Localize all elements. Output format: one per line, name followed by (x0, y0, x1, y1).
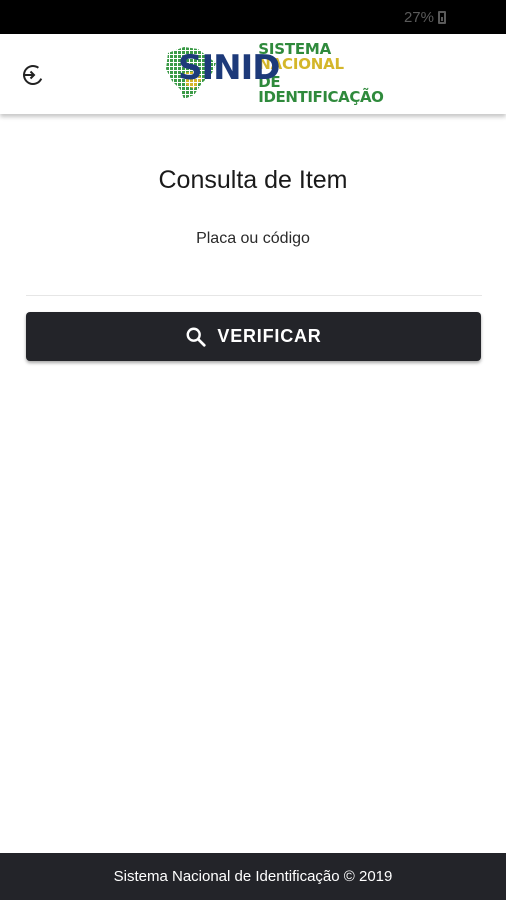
page-title: Consulta de Item (158, 166, 348, 194)
verify-button[interactable]: VERIFICAR (26, 312, 481, 361)
logout-icon (23, 65, 43, 85)
logo-sinid-text: SINID (178, 48, 280, 88)
verify-button-label: VERIFICAR (217, 326, 322, 346)
logo-line-identificacao: DE IDENTIFICAÇÃO (258, 72, 384, 106)
plate-code-input[interactable] (26, 254, 482, 296)
app-bar: SINID SISTEMA NACIONAL DE IDENTIFICAÇÃO (0, 34, 506, 114)
search-icon (186, 327, 207, 347)
footer: Sistema Nacional de Identificação © 2019 (0, 853, 506, 900)
logo-words: SISTEMA NACIONAL DE IDENTIFICAÇÃO (258, 41, 407, 106)
plate-code-label: Placa ou código (196, 230, 310, 247)
footer-text: Sistema Nacional de Identificação © 2019 (113, 868, 393, 885)
battery-percentage: 27% (403, 8, 434, 26)
logo-mark: SINID (162, 43, 280, 103)
status-bar: 27% (0, 0, 506, 34)
logout-button[interactable] (20, 62, 46, 88)
battery-icon (438, 10, 446, 24)
sinid-logo: SINID SISTEMA NACIONAL DE IDENTIFICAÇÃO (162, 41, 407, 106)
